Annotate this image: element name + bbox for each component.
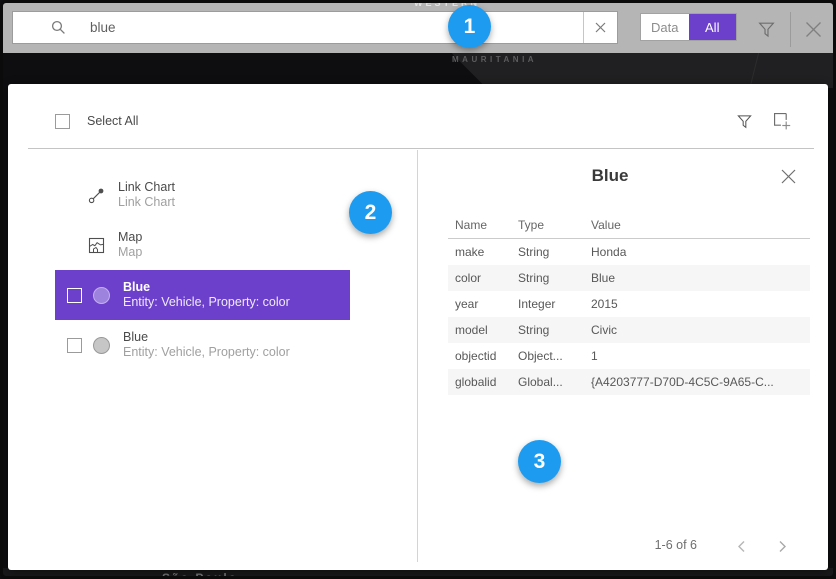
annotation-badge-1: 1 [448,5,491,48]
column-header-name: Name [448,218,518,232]
cell-name: globalid [448,375,518,389]
pagination-prev-button[interactable] [731,536,751,556]
result-item-1[interactable]: Link ChartLink Chart [55,170,350,220]
result-text: BlueEntity: Vehicle, Property: color [123,280,290,311]
add-to-new-button[interactable] [770,109,794,133]
panel-filter-button[interactable] [733,110,755,132]
property-row-year: yearInteger2015 [448,291,810,317]
cell-type: String [518,271,591,285]
cell-type: Integer [518,297,591,311]
detail-title: Blue [445,166,775,186]
cell-value: 1 [591,349,810,363]
result-checkbox[interactable] [67,288,82,303]
cell-value: Civic [591,323,810,337]
link-chart-icon [88,187,105,204]
results-list: Link ChartLink ChartMapMapBlueEntity: Ve… [55,170,350,370]
search-bar: blue Data All [3,3,833,53]
results-panel: Select All Link ChartLink Chart MapMap Blu… [8,84,828,570]
toggle-option-data[interactable]: Data [641,14,689,40]
map-label-mauritania: MAURITANIA [452,55,537,64]
result-subtitle: Entity: Vehicle, Property: color [123,345,290,361]
property-row-objectid: objectidObject...1 [448,343,810,369]
cell-name: model [448,323,518,337]
pagination-label: 1-6 of 6 [445,538,697,552]
topbar-divider [790,12,791,47]
cell-value: Honda [591,245,810,259]
search-icon [51,20,66,35]
panel-vertical-divider [417,150,418,562]
screenshot-root: MAURITANIA São Paulo blue Data All WESTE… [0,0,836,579]
toggle-option-all[interactable]: All [689,14,737,40]
result-checkbox[interactable] [67,338,82,353]
property-row-color: colorStringBlue [448,265,810,291]
cell-name: year [448,297,518,311]
property-row-make: makeStringHonda [448,239,810,265]
cell-value: {A4203777-D70D-4C5C-9A65-C... [591,375,810,389]
cell-value: 2015 [591,297,810,311]
result-title: Blue [123,330,290,346]
result-subtitle: Entity: Vehicle, Property: color [123,295,290,311]
close-search-button[interactable] [797,14,829,44]
result-title: Link Chart [118,180,175,196]
data-all-toggle: Data All [640,13,737,41]
annotation-badge-3: 3 [518,440,561,483]
map-label-sao-paulo: São Paulo [162,571,238,579]
property-row-model: modelStringCivic [448,317,810,343]
property-table: makeStringHondacolorStringBlueyearIntege… [448,239,810,395]
select-all-checkbox[interactable] [55,114,70,129]
cell-name: make [448,245,518,259]
search-query-text: blue [90,20,116,35]
column-header-type: Type [518,218,591,232]
cell-type: String [518,323,591,337]
cell-type: Global... [518,375,591,389]
clear-search-button[interactable] [583,12,617,43]
pagination-next-button[interactable] [772,536,792,556]
result-item-2[interactable]: MapMap [55,220,350,270]
property-row-globalid: globalidGlobal...{A4203777-D70D-4C5C-9A6… [448,369,810,395]
cell-name: objectid [448,349,518,363]
result-text: BlueEntity: Vehicle, Property: color [123,330,290,361]
entity-circle-icon [93,337,110,354]
result-text: MapMap [118,230,142,261]
column-header-value: Value [591,218,810,232]
result-subtitle: Map [118,245,142,261]
property-table-headers: Name Type Value [448,218,810,232]
select-all-label: Select All [87,114,138,128]
cell-type: Object... [518,349,591,363]
search-filter-button[interactable] [752,16,780,42]
result-item-3[interactable]: BlueEntity: Vehicle, Property: color [55,270,350,320]
result-title: Blue [123,280,290,296]
result-title: Map [118,230,142,246]
panel-header-divider [28,148,814,149]
result-item-4[interactable]: BlueEntity: Vehicle, Property: color [55,320,350,370]
result-subtitle: Link Chart [118,195,175,211]
entity-circle-icon [93,287,110,304]
cell-name: color [448,271,518,285]
cell-value: Blue [591,271,810,285]
map-icon [88,237,105,254]
search-input[interactable]: blue [12,11,618,44]
annotation-badge-2: 2 [349,191,392,234]
cell-type: String [518,245,591,259]
result-text: Link ChartLink Chart [118,180,175,211]
detail-close-icon[interactable] [776,164,800,188]
